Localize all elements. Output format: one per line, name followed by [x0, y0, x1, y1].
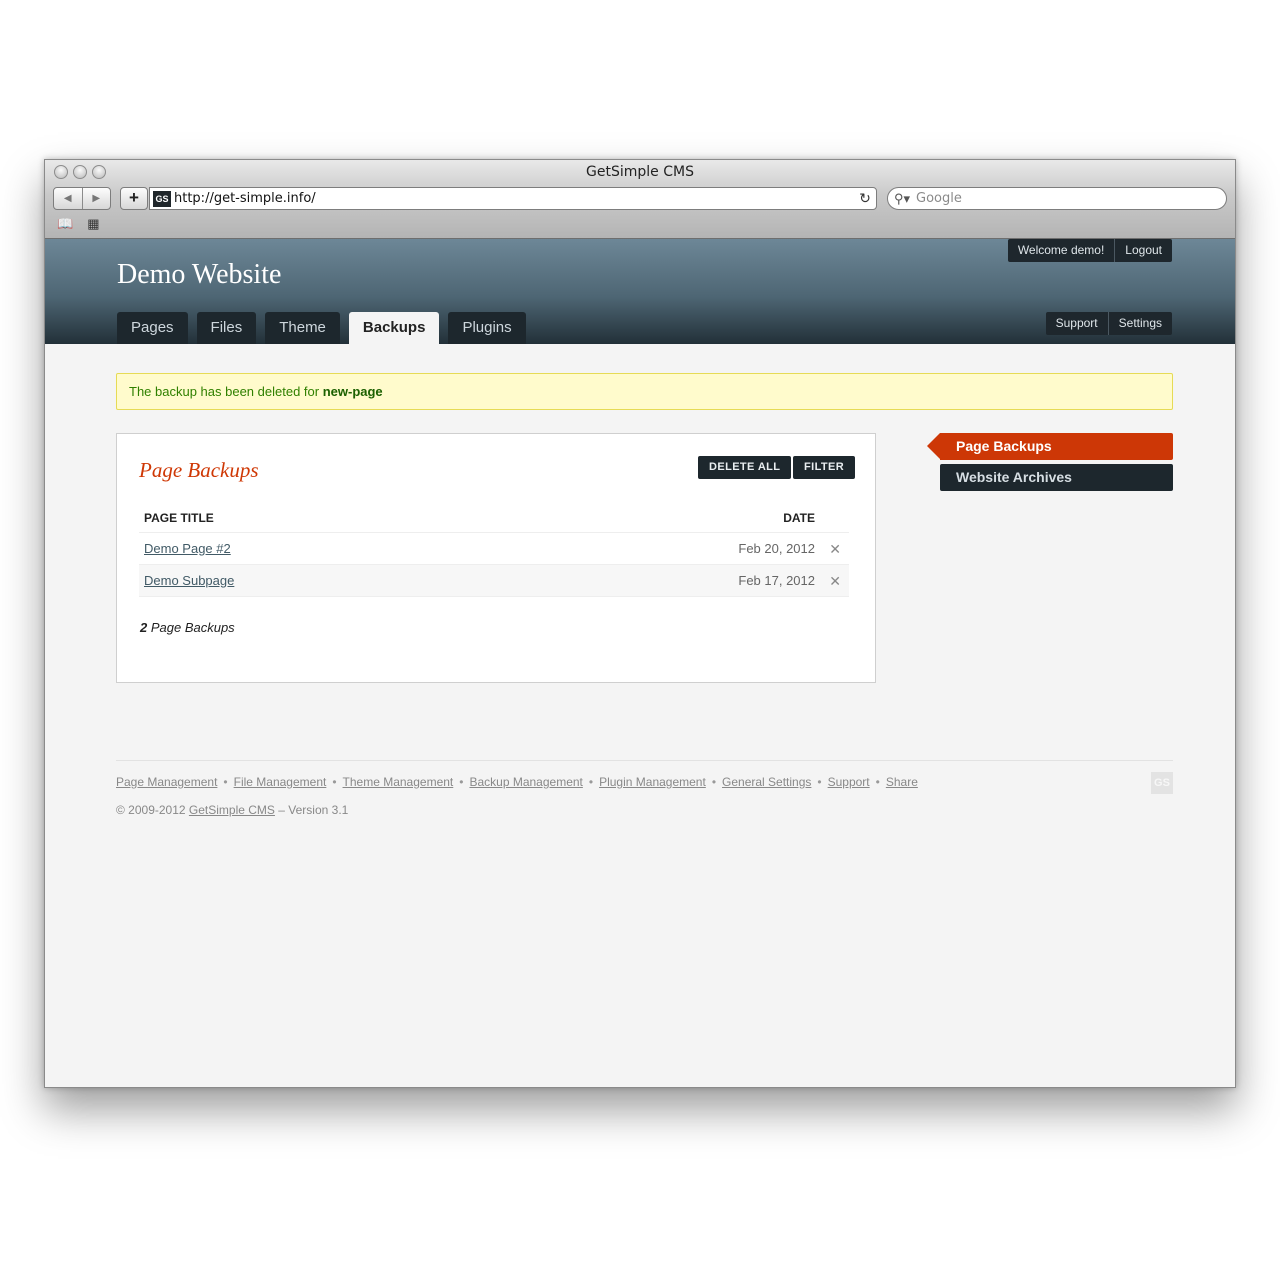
- backup-date-cell: Feb 17, 2012 ✕: [468, 564, 849, 597]
- backup-date-cell: Feb 20, 2012 ✕: [468, 532, 849, 565]
- backups-table: PAGE TITLE DATE Demo Page #2 Feb 20, 201…: [139, 506, 849, 597]
- footer-separator: •: [223, 775, 228, 789]
- delete-all-button[interactable]: DELETE ALL: [698, 456, 792, 479]
- footer-separator: •: [817, 775, 822, 789]
- table-header-row: PAGE TITLE DATE: [139, 506, 849, 533]
- footer-link-file-management[interactable]: File Management: [234, 775, 327, 789]
- backups-panel: Page Backups DELETE ALL FILTER PAGE TITL…: [116, 433, 876, 683]
- footer-separator: •: [588, 775, 594, 789]
- footer-separator: •: [332, 775, 337, 789]
- getsimple-logo-icon: GS: [1151, 772, 1173, 794]
- footer-link-page-management[interactable]: Page Management: [116, 775, 217, 789]
- copyright-text: © 2009-2012: [116, 803, 189, 817]
- status-notice: The backup has been deleted for new-page: [116, 373, 1173, 410]
- backup-title-link[interactable]: Demo Page #2: [139, 532, 469, 565]
- footer-separator: •: [459, 775, 464, 789]
- backup-title-link[interactable]: Demo Subpage: [139, 564, 469, 597]
- sidebar-item-website-archives[interactable]: Website Archives: [940, 464, 1173, 491]
- browser-window: GetSimple CMS ◀ ▶ + GS http://get-simple…: [44, 159, 1236, 1088]
- footer-separator: •: [875, 775, 880, 789]
- table-row: Demo Page #2 Feb 20, 2012 ✕: [139, 532, 849, 565]
- content-area: The backup has been deleted for new-page…: [45, 160, 1235, 1087]
- version-text: – Version 3.1: [274, 803, 349, 817]
- footer-link-support[interactable]: Support: [828, 775, 870, 789]
- backup-date: Feb 20, 2012: [738, 540, 815, 556]
- delete-backup-icon[interactable]: ✕: [829, 573, 841, 590]
- footer-link-general-settings[interactable]: General Settings: [722, 775, 811, 789]
- footer-divider: [116, 760, 1173, 761]
- backup-date: Feb 17, 2012: [738, 572, 815, 588]
- backup-count: 2 Page Backups: [140, 620, 235, 635]
- backup-count-label: Page Backups: [147, 620, 235, 635]
- notice-text: The backup has been deleted for: [129, 384, 323, 399]
- column-date: DATE: [468, 506, 849, 533]
- footer-links: Page Management • File Management • Them…: [116, 775, 918, 789]
- footer-link-theme-management[interactable]: Theme Management: [343, 775, 454, 789]
- delete-backup-icon[interactable]: ✕: [829, 541, 841, 558]
- notice-page-name: new-page: [322, 384, 383, 399]
- footer-link-plugin-management[interactable]: Plugin Management: [599, 775, 706, 789]
- footer-separator: •: [711, 775, 717, 789]
- footer-copyright: © 2009-2012 GetSimple CMS – Version 3.1: [116, 803, 348, 817]
- filter-button[interactable]: FILTER: [793, 456, 856, 479]
- footer-link-backup-management[interactable]: Backup Management: [469, 775, 582, 789]
- table-row: Demo Subpage Feb 17, 2012 ✕: [139, 564, 849, 597]
- sidebar-item-page-backups[interactable]: Page Backups: [927, 433, 1173, 460]
- footer-link-share[interactable]: Share: [886, 775, 918, 789]
- getsimple-link[interactable]: GetSimple CMS: [189, 803, 275, 817]
- panel-title: Page Backups: [139, 458, 259, 482]
- column-page-title: PAGE TITLE: [139, 506, 469, 533]
